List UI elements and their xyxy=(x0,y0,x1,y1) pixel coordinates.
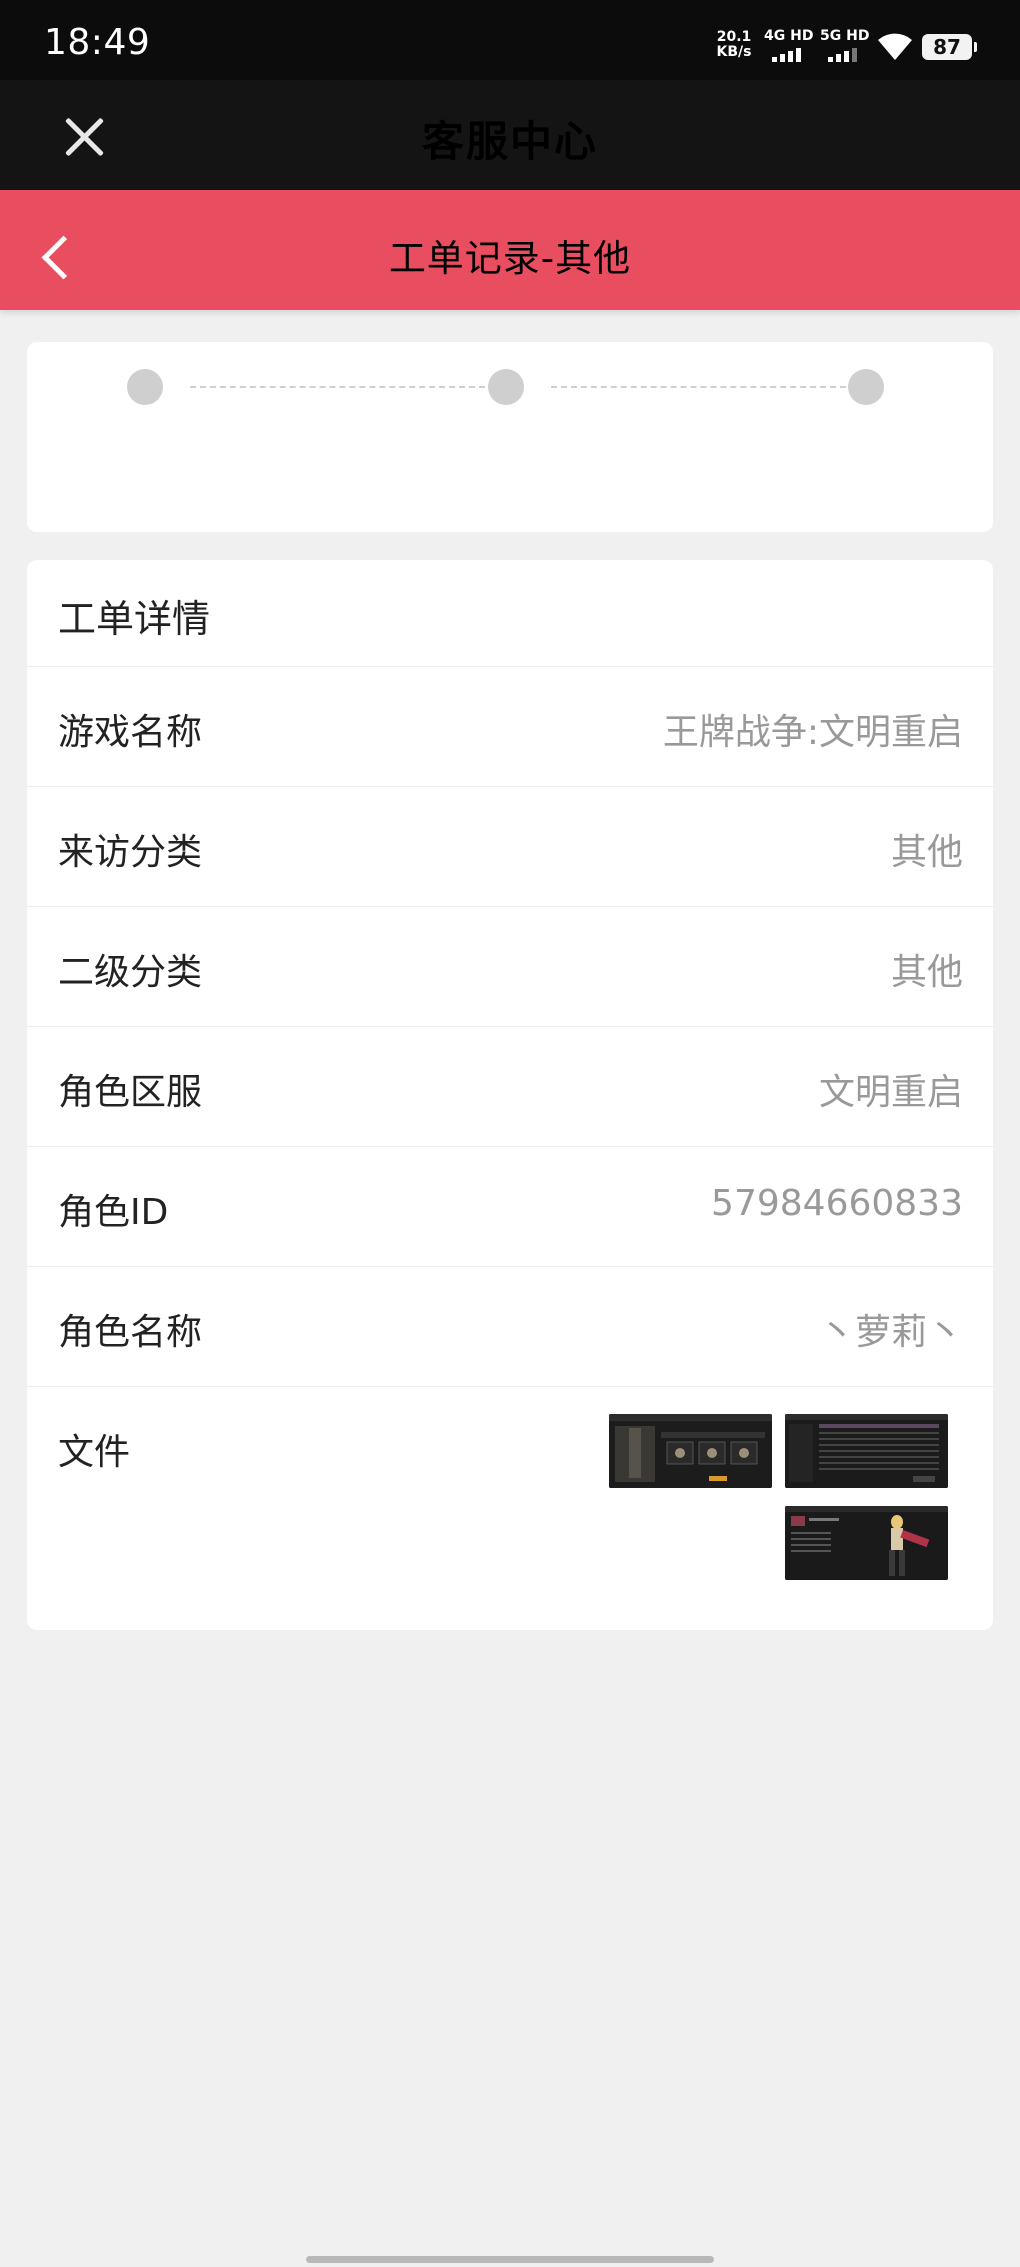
progress-card xyxy=(27,342,993,532)
sub-header-title: 工单记录-其他 xyxy=(388,237,632,280)
detail-value: 文明重启 xyxy=(818,1072,963,1113)
page-title: 客服中心 xyxy=(421,117,598,166)
ticket-detail-card: 工单详情 游戏名称 王牌战争:文明重启 来访分类 其他 二级分类 其他 角色区服… xyxy=(27,560,993,1630)
signal-5g-icon: 5G HD xyxy=(820,28,870,64)
detail-row-role-id: 角色ID 57984660833 xyxy=(27,1146,993,1266)
detail-value: 57984660833 xyxy=(711,1183,963,1224)
detail-value: 其他 xyxy=(890,832,963,873)
progress-connector-2 xyxy=(551,386,846,388)
battery-icon: 87 xyxy=(922,34,977,60)
file-thumbnail[interactable] xyxy=(785,1414,948,1488)
detail-value: 丶萝莉丶 xyxy=(818,1312,963,1353)
signal-4g-icon: 4G HD xyxy=(764,28,814,64)
detail-label: 文件 xyxy=(58,1432,131,1473)
detail-label: 角色名称 xyxy=(58,1312,203,1353)
status-time: 18:49 xyxy=(44,22,151,63)
network-speed-unit: KB/s xyxy=(716,44,752,60)
detail-row-files: 文件 xyxy=(27,1386,993,1630)
network-speed: 20.1 KB/s xyxy=(714,30,754,60)
file-thumbnail[interactable] xyxy=(785,1506,948,1580)
detail-label: 二级分类 xyxy=(58,952,203,993)
detail-label: 角色区服 xyxy=(58,1072,203,1113)
detail-label: 来访分类 xyxy=(58,832,203,873)
detail-row-role-name: 角色名称 丶萝莉丶 xyxy=(27,1266,993,1386)
progress-connector-1 xyxy=(190,386,485,388)
detail-row-server: 角色区服 文明重启 xyxy=(27,1026,993,1146)
network-speed-value: 20.1 xyxy=(716,29,752,45)
progress-step-2 xyxy=(488,369,524,405)
detail-row-secondary-category: 二级分类 其他 xyxy=(27,906,993,1026)
ticket-detail-title: 工单详情 xyxy=(58,597,211,641)
progress-step-1 xyxy=(127,369,163,405)
wifi-icon xyxy=(876,30,914,62)
progress-step-3 xyxy=(848,369,884,405)
status-bar: 18:49 20.1 KB/s 4G HD 5G HD 87 xyxy=(0,0,1020,80)
home-indicator xyxy=(306,2256,714,2263)
detail-label: 游戏名称 xyxy=(58,712,203,753)
detail-value: 王牌战争:文明重启 xyxy=(662,712,963,753)
detail-row-game-name: 游戏名称 王牌战争:文明重启 xyxy=(27,666,993,786)
detail-label: 角色ID xyxy=(58,1192,169,1233)
detail-value: 其他 xyxy=(890,952,963,993)
detail-row-visit-category: 来访分类 其他 xyxy=(27,786,993,906)
file-thumbnail[interactable] xyxy=(609,1414,772,1488)
